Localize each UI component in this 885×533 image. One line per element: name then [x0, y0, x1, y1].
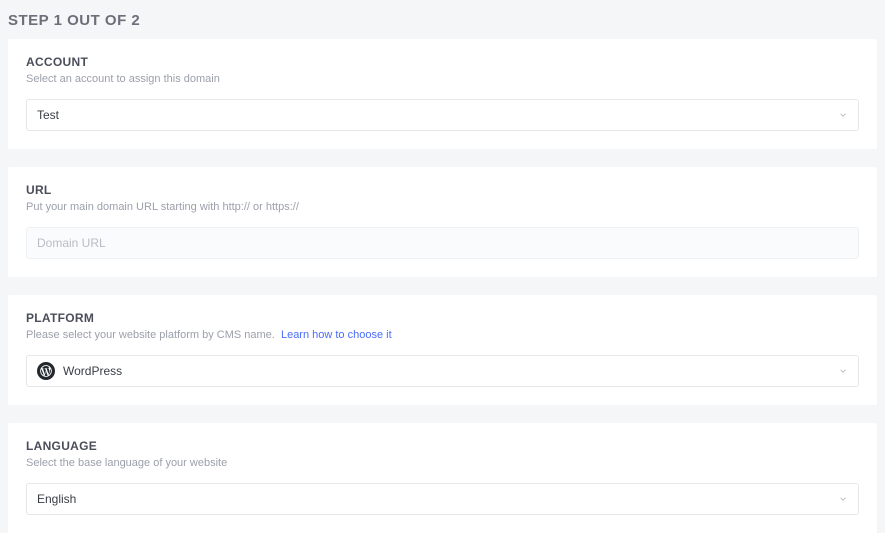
chevron-down-icon: [838, 366, 848, 376]
url-input[interactable]: [26, 227, 859, 259]
platform-card: PLATFORM Please select your website plat…: [8, 295, 877, 405]
platform-section-desc: Please select your website platform by C…: [26, 329, 859, 341]
account-select[interactable]: Test: [26, 99, 859, 131]
account-select-value: Test: [37, 108, 838, 122]
url-section-title: URL: [26, 183, 859, 197]
account-card: ACCOUNT Select an account to assign this…: [8, 39, 877, 149]
url-section-desc: Put your main domain URL starting with h…: [26, 201, 859, 213]
platform-section-title: PLATFORM: [26, 311, 859, 325]
platform-select[interactable]: WordPress: [26, 355, 859, 387]
page-title: STEP 1 OUT OF 2: [0, 0, 885, 39]
language-select[interactable]: English: [26, 483, 859, 515]
account-section-desc: Select an account to assign this domain: [26, 73, 859, 85]
language-select-value: English: [37, 492, 838, 506]
url-card: URL Put your main domain URL starting wi…: [8, 167, 877, 277]
language-section-title: LANGUAGE: [26, 439, 859, 453]
platform-learn-link[interactable]: Learn how to choose it: [281, 329, 392, 341]
language-card: LANGUAGE Select the base language of you…: [8, 423, 877, 533]
chevron-down-icon: [838, 110, 848, 120]
platform-select-value: WordPress: [63, 364, 838, 378]
language-section-desc: Select the base language of your website: [26, 457, 859, 469]
chevron-down-icon: [838, 494, 848, 504]
wordpress-icon: [37, 362, 55, 380]
platform-desc-text: Please select your website platform by C…: [26, 329, 275, 341]
account-section-title: ACCOUNT: [26, 55, 859, 69]
